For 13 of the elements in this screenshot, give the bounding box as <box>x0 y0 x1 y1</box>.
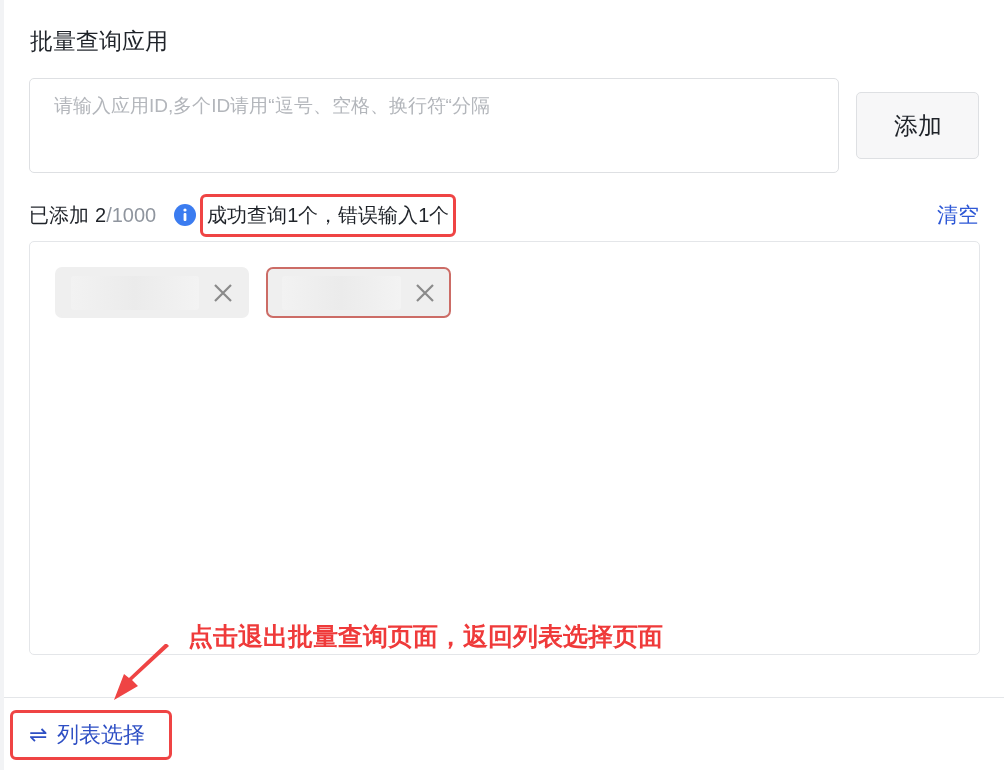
close-icon[interactable] <box>213 282 233 303</box>
added-count: 2/1000 <box>95 203 157 227</box>
annotation-text: 点击退出批量查询页面，返回列表选择页面 <box>188 621 663 652</box>
query-result-text: 成功查询1个，错误输入1个 <box>200 193 457 237</box>
add-button[interactable]: 添加 <box>856 92 979 159</box>
id-input-field[interactable]: 请输入应用ID,多个ID请用“逗号、空格、换行符“分隔 <box>29 78 839 173</box>
section-title: 批量查询应用 <box>30 27 169 56</box>
error-id-tag[interactable] <box>266 267 451 318</box>
close-icon[interactable] <box>415 282 435 303</box>
list-select-button[interactable]: ⇌ 列表选择 <box>10 710 172 760</box>
info-icon <box>174 204 197 226</box>
clear-link[interactable]: 清空 <box>937 201 979 229</box>
added-label: 已添加 <box>29 202 89 228</box>
